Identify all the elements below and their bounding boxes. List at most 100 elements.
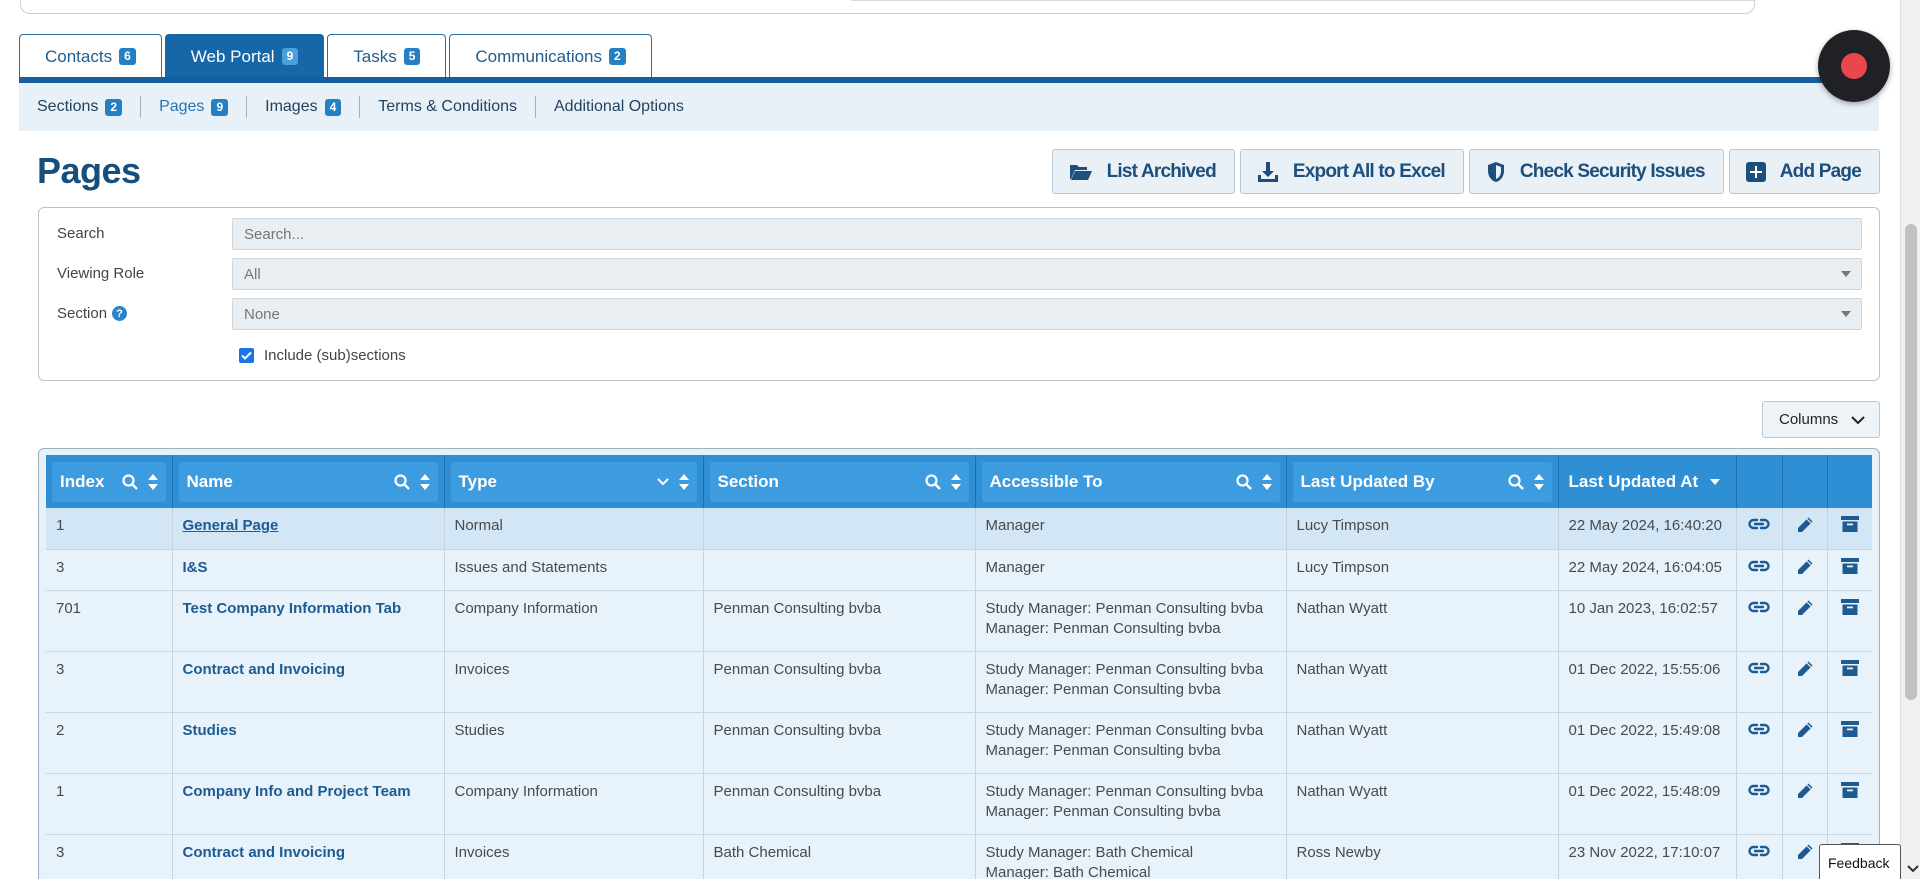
cell-name[interactable]: Contract and Invoicing	[172, 651, 445, 713]
archive-icon[interactable]	[1840, 659, 1859, 680]
table-row[interactable]: 1 General Page Normal Manager Lucy Timpson 22…	[46, 508, 1872, 550]
cell-link	[1736, 773, 1783, 835]
table-row[interactable]: 2 Studies Studies Penman Consulting bvba Stu…	[46, 712, 1872, 774]
table-row[interactable]: 3 Contract and Invoicing Invoices Penman Co…	[46, 651, 1872, 713]
table-row[interactable]: 3 I&S Issues and Statements Manager Lucy Tim…	[46, 549, 1872, 591]
search-icon[interactable]	[924, 473, 941, 490]
subnav-label: Terms & Conditions	[378, 98, 517, 115]
chevron-down-icon[interactable]	[656, 477, 669, 486]
tab-tasks[interactable]: Tasks 5	[327, 34, 447, 78]
header-controls	[1507, 473, 1544, 490]
chevron-down-icon[interactable]	[1906, 864, 1920, 874]
link-icon[interactable]	[1748, 723, 1770, 741]
archive-icon[interactable]	[1840, 781, 1859, 802]
cell-name[interactable]: Studies	[172, 712, 445, 774]
link-icon[interactable]	[1748, 518, 1770, 536]
cell-name[interactable]: Contract and Invoicing	[172, 834, 445, 879]
link-icon[interactable]	[1748, 662, 1770, 680]
main-tabs: Contacts 6 Web Portal 9 Tasks 5 Communicati…	[19, 34, 652, 78]
tab-contacts[interactable]: Contacts 6	[19, 34, 162, 78]
help-icon[interactable]: ?	[112, 306, 128, 321]
cell-index: 3	[46, 651, 173, 713]
cell-name[interactable]: Test Company Information Tab	[172, 590, 445, 652]
table-row[interactable]: 1 Company Info and Project Team Company In…	[46, 773, 1872, 835]
pages-table: Index Name Type Section Accessible To La…	[46, 455, 1872, 879]
edit-pencil-icon[interactable]	[1796, 600, 1814, 621]
scrollbar-thumb[interactable]	[1905, 224, 1917, 700]
archive-icon[interactable]	[1840, 598, 1859, 619]
edit-pencil-icon[interactable]	[1796, 844, 1814, 865]
access-line: Study Manager: Penman Consulting bvba	[985, 660, 1264, 678]
search-icon[interactable]	[393, 473, 410, 490]
sort-icon[interactable]	[678, 473, 689, 490]
subnav-terms[interactable]: Terms & Conditions	[360, 96, 536, 118]
cell-link	[1736, 549, 1783, 591]
edit-pencil-icon[interactable]	[1796, 661, 1814, 682]
export-excel-button[interactable]: Export All to Excel	[1239, 149, 1464, 194]
cell-updated-by: Lucy Timpson	[1286, 549, 1559, 591]
include-subsections-label: Include (sub)sections	[264, 347, 406, 364]
header-cell: Name	[178, 461, 438, 502]
sort-icon[interactable]	[1261, 473, 1272, 490]
chevron-down-icon	[1851, 416, 1865, 425]
sort-icon[interactable]	[1533, 473, 1544, 490]
edit-pencil-icon[interactable]	[1796, 517, 1814, 538]
section-select[interactable]: None	[232, 298, 1862, 330]
edit-pencil-icon[interactable]	[1796, 559, 1814, 580]
edit-pencil-icon[interactable]	[1796, 783, 1814, 804]
search-icon[interactable]	[121, 473, 138, 490]
sort-icon[interactable]	[950, 473, 961, 490]
tab-web-portal[interactable]: Web Portal 9	[164, 34, 325, 78]
header-index[interactable]: Index	[46, 455, 173, 508]
page-scrollbar[interactable]	[1900, 0, 1920, 879]
sort-icon[interactable]	[147, 473, 158, 490]
cell-index: 1	[46, 508, 173, 550]
tab-communications[interactable]: Communications 2	[449, 34, 652, 78]
subnav-count-badge: 9	[211, 98, 229, 116]
link-icon[interactable]	[1748, 784, 1770, 802]
cell-index: 2	[46, 712, 173, 774]
list-archived-button[interactable]: List Archived	[1051, 149, 1235, 194]
header-type[interactable]: Type	[444, 455, 704, 508]
cell-edit	[1782, 549, 1828, 591]
cell-accessible-to: Study Manager: Penman Consulting bvba Man…	[975, 590, 1287, 652]
table-row[interactable]: 3 Contract and Invoicing Invoices Bath Chem…	[46, 834, 1872, 879]
link-icon[interactable]	[1748, 845, 1770, 863]
subnav-additional-options[interactable]: Additional Options	[536, 96, 702, 118]
button-label: List Archived	[1106, 160, 1217, 182]
subnav-pages[interactable]: Pages 9	[141, 96, 248, 118]
subnav-images[interactable]: Images 4	[247, 96, 361, 118]
search-input[interactable]	[232, 218, 1862, 250]
columns-dropdown-button[interactable]: Columns	[1762, 401, 1880, 438]
page-name-link[interactable]: General Page	[183, 517, 279, 534]
viewing-role-select[interactable]: All	[232, 258, 1862, 290]
archive-icon[interactable]	[1840, 720, 1859, 741]
search-icon[interactable]	[1235, 473, 1252, 490]
cell-name[interactable]: Company Info and Project Team	[172, 773, 445, 835]
subnav-sections[interactable]: Sections 2	[19, 96, 142, 118]
link-icon[interactable]	[1748, 601, 1770, 619]
header-section[interactable]: Section	[703, 455, 976, 508]
archive-icon[interactable]	[1840, 516, 1859, 536]
dropdown-caret-icon	[1841, 311, 1851, 317]
link-icon[interactable]	[1748, 560, 1770, 578]
cell-section: Bath Chemical	[703, 834, 976, 879]
include-subsections-checkbox[interactable]	[239, 348, 254, 363]
header-name[interactable]: Name	[172, 455, 445, 508]
cell-name[interactable]: I&S	[172, 549, 445, 591]
search-icon[interactable]	[1507, 473, 1524, 490]
header-label: Last Updated At	[1568, 471, 1699, 491]
edit-pencil-icon[interactable]	[1796, 722, 1814, 743]
screen-record-button[interactable]	[1818, 30, 1890, 102]
sort-icon[interactable]	[419, 473, 430, 490]
header-accessible-to[interactable]: Accessible To	[975, 455, 1287, 508]
sort-desc-icon[interactable]	[1710, 478, 1721, 485]
header-last-updated-at[interactable]: Last Updated At	[1558, 455, 1737, 508]
add-page-button[interactable]: Add Page	[1728, 149, 1880, 194]
cell-section: Penman Consulting bvba	[703, 773, 976, 835]
feedback-button[interactable]: Feedback	[1819, 844, 1901, 879]
archive-icon[interactable]	[1840, 557, 1859, 578]
table-row[interactable]: 701 Test Company Information Tab Company I…	[46, 590, 1872, 652]
header-last-updated-by[interactable]: Last Updated By	[1286, 455, 1559, 508]
check-security-button[interactable]: Check Security Issues	[1468, 149, 1724, 194]
